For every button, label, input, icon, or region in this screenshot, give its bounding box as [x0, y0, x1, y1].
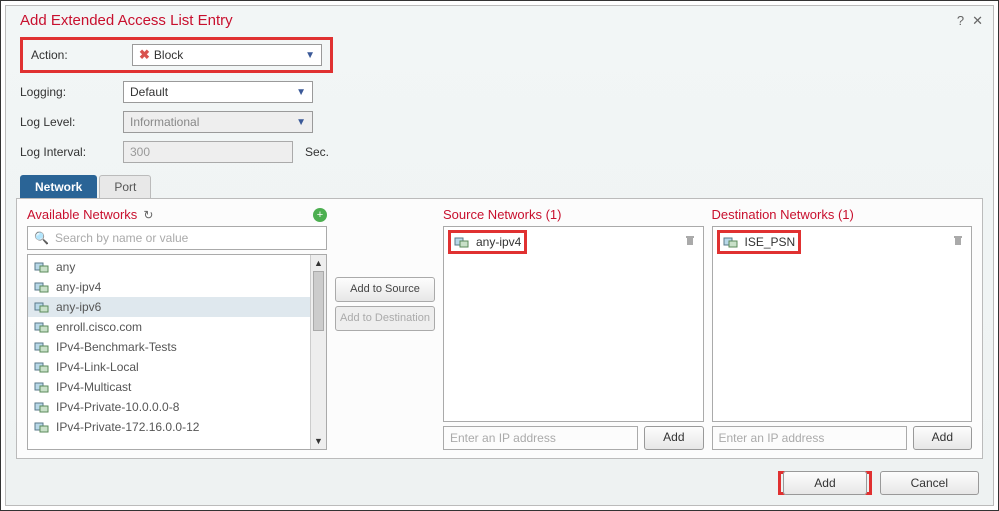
source-dropzone[interactable]: any-ipv4 [443, 226, 704, 422]
delete-source-icon[interactable] [683, 233, 697, 247]
list-item-label: any-ipv4 [56, 280, 101, 294]
list-item-label: any-ipv6 [56, 300, 101, 314]
chevron-down-icon: ▼ [292, 117, 310, 128]
dest-item-label: ISE_PSN [745, 235, 796, 249]
list-item-label: IPv4-Benchmark-Tests [56, 340, 177, 354]
source-ip-input[interactable]: Enter an IP address [443, 426, 638, 450]
loglevel-select: Informational ▼ [123, 111, 313, 133]
dest-item[interactable]: ISE_PSN [721, 234, 798, 250]
action-value: Block [154, 48, 183, 62]
chevron-down-icon: ▼ [292, 87, 310, 98]
refresh-icon[interactable]: ↻ [143, 208, 153, 222]
loglevel-label: Log Level: [20, 115, 115, 129]
list-item-label: IPv4-Link-Local [56, 360, 139, 374]
tabs: Network Port [20, 175, 993, 198]
loginterval-input: 300 [123, 141, 293, 163]
network-panel: Available Networks ↻ + 🔍 Search by name … [16, 198, 983, 459]
list-item[interactable]: any-ipv6 [28, 297, 310, 317]
network-icon [34, 261, 50, 273]
list-item-label: enroll.cisco.com [56, 320, 142, 334]
network-icon [34, 361, 50, 373]
list-item[interactable]: any-ipv4 [28, 277, 310, 297]
scrollbar[interactable]: ▲ ▼ [310, 255, 326, 449]
logging-label: Logging: [20, 85, 115, 99]
search-placeholder: Search by name or value [55, 231, 188, 245]
dialog-title: Add Extended Access List Entry [20, 12, 233, 29]
network-icon [34, 401, 50, 413]
titlebar-controls: ? ✕ [957, 13, 983, 29]
loginterval-label: Log Interval: [20, 145, 115, 159]
logging-value: Default [130, 85, 168, 99]
titlebar: Add Extended Access List Entry ? ✕ [6, 6, 993, 31]
action-label: Action: [31, 48, 126, 62]
add-network-icon[interactable]: + [313, 208, 327, 222]
available-list[interactable]: any any-ipv4 any-ipv6 enroll.cisco.com IPv4-… [27, 254, 327, 450]
search-icon: 🔍 [34, 231, 49, 245]
network-icon [34, 341, 50, 353]
scroll-down-icon[interactable]: ▼ [311, 433, 326, 449]
loglevel-value: Informational [130, 115, 199, 129]
list-item[interactable]: IPv4-Link-Local [28, 357, 310, 377]
sec-label: Sec. [305, 145, 329, 159]
dest-ip-placeholder: Enter an IP address [719, 431, 825, 445]
add-to-destination-button: Add to Destination [335, 306, 435, 331]
block-x-icon: ✖ [139, 47, 150, 63]
close-icon[interactable]: ✕ [972, 13, 983, 29]
logging-select[interactable]: Default ▼ [123, 81, 313, 103]
tab-port[interactable]: Port [99, 175, 151, 198]
dest-dropzone[interactable]: ISE_PSN [712, 226, 973, 422]
cancel-button[interactable]: Cancel [880, 471, 979, 495]
add-to-source-button[interactable]: Add to Source [335, 277, 435, 302]
tab-network[interactable]: Network [20, 175, 97, 198]
list-item[interactable]: enroll.cisco.com [28, 317, 310, 337]
available-title: Available Networks [27, 207, 137, 222]
list-item[interactable]: IPv4-Benchmark-Tests [28, 337, 310, 357]
dialog: Add Extended Access List Entry ? ✕ Actio… [5, 5, 994, 506]
list-item-label: IPv4-Multicast [56, 380, 131, 394]
footer: Add Cancel [6, 465, 993, 505]
source-item-label: any-ipv4 [476, 235, 521, 249]
network-icon [34, 301, 50, 313]
list-item[interactable]: any [28, 257, 310, 277]
list-item[interactable]: IPv4-Multicast [28, 377, 310, 397]
network-icon [34, 281, 50, 293]
list-item[interactable]: IPv4-Private-172.16.0.0-12 [28, 417, 310, 437]
source-title: Source Networks (1) [443, 207, 704, 222]
network-icon [34, 421, 50, 433]
dest-add-button[interactable]: Add [913, 426, 972, 450]
scroll-up-icon[interactable]: ▲ [311, 255, 326, 271]
loginterval-value: 300 [130, 145, 150, 159]
source-ip-placeholder: Enter an IP address [450, 431, 556, 445]
dest-ip-input[interactable]: Enter an IP address [712, 426, 907, 450]
network-icon [454, 236, 470, 248]
action-select[interactable]: ✖ Block ▼ [132, 44, 322, 66]
source-item[interactable]: any-ipv4 [452, 234, 523, 250]
search-input[interactable]: 🔍 Search by name or value [27, 226, 327, 250]
list-item-label: IPv4-Private-172.16.0.0-12 [56, 420, 199, 434]
network-icon [723, 236, 739, 248]
chevron-down-icon: ▼ [301, 50, 319, 61]
dest-title: Destination Networks (1) [712, 207, 973, 222]
available-title-row: Available Networks ↻ + [27, 207, 327, 222]
network-icon [34, 381, 50, 393]
scroll-thumb[interactable] [313, 271, 324, 331]
list-item[interactable]: IPv4-Private-10.0.0.0-8 [28, 397, 310, 417]
delete-dest-icon[interactable] [951, 233, 965, 247]
add-button[interactable]: Add [783, 471, 866, 495]
network-icon [34, 321, 50, 333]
source-add-button[interactable]: Add [644, 426, 703, 450]
help-icon[interactable]: ? [957, 13, 964, 29]
list-item-label: IPv4-Private-10.0.0.0-8 [56, 400, 179, 414]
list-item-label: any [56, 260, 75, 274]
